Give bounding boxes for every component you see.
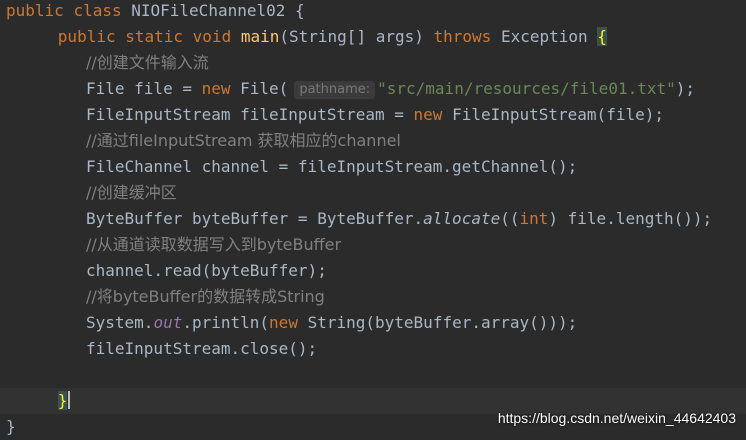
code-line-comment[interactable]: //创建缓冲区: [86, 180, 746, 206]
system-object: System.: [86, 313, 154, 332]
exception-type: Exception: [500, 27, 588, 46]
code-line-method-declaration[interactable]: public static void main(String[] args) t…: [0, 24, 746, 50]
code-line-comment[interactable]: //创建文件输入流: [86, 50, 746, 76]
text-caret: [68, 391, 71, 409]
watermark-url: https://blog.csdn.net/weixin_44642403: [497, 410, 736, 426]
buffer-lhs: ByteBuffer byteBuffer = ByteBuffer.: [86, 209, 424, 228]
comment-text: //通过fileInputStream 获取相应的channel: [86, 131, 401, 150]
println-rest: String(byteBuffer.array()));: [297, 313, 578, 332]
comment-text: //从通道读取数据写入到byteBuffer: [86, 235, 342, 254]
close-statement: fileInputStream.close();: [86, 339, 318, 358]
file-close: );: [675, 79, 696, 98]
class-name: NIOFileChannel02: [131, 1, 286, 20]
keyword-class: class: [73, 1, 122, 20]
println-call: .println(: [182, 313, 270, 332]
comment-text: //创建缓冲区: [86, 183, 177, 202]
keyword-new: new: [201, 79, 231, 98]
code-editor[interactable]: public class NIOFileChannel02 { public s…: [0, 0, 746, 438]
code-line-comment[interactable]: //通过fileInputStream 获取相应的channel: [86, 128, 746, 154]
code-line-channel-declaration[interactable]: FileChannel channel = fileInputStream.ge…: [86, 154, 746, 180]
code-line-read-call[interactable]: channel.read(byteBuffer);: [86, 258, 746, 284]
static-field-out: out: [153, 313, 183, 332]
code-line-blank[interactable]: [86, 362, 746, 388]
file-lhs: File file =: [86, 79, 202, 98]
method-close-brace-highlighted: }: [57, 391, 68, 410]
file-constructor: File(: [240, 79, 289, 98]
keyword-new: new: [413, 105, 443, 124]
keyword-public: public: [6, 1, 64, 20]
comment-text: //创建文件输入流: [86, 53, 209, 72]
parameter-hint-pathname: pathname:: [294, 81, 376, 99]
class-open-brace: {: [295, 1, 305, 20]
keyword-void: void: [192, 27, 232, 46]
code-line-comment[interactable]: //将byteBuffer的数据转成String: [86, 284, 746, 310]
keyword-throws: throws: [433, 27, 492, 46]
channel-statement: FileChannel channel = fileInputStream.ge…: [86, 157, 578, 176]
code-line-close-call[interactable]: fileInputStream.close();: [86, 336, 746, 362]
method-allocate: allocate: [423, 209, 501, 228]
method-open-brace-highlighted: {: [597, 27, 607, 46]
code-line-println[interactable]: System.out.println(new String(byteBuffer…: [86, 310, 746, 336]
read-statement: channel.read(byteBuffer);: [86, 261, 327, 280]
code-line-class-declaration[interactable]: public class NIOFileChannel02 {: [6, 0, 746, 24]
keyword-static: static: [125, 27, 184, 46]
method-params: (String[] args): [279, 27, 424, 46]
buffer-open: ((: [500, 209, 520, 228]
comment-text: //将byteBuffer的数据转成String: [86, 287, 325, 306]
keyword-new: new: [269, 313, 298, 332]
fis-lhs: FileInputStream fileInputStream =: [86, 105, 414, 124]
fis-constructor: FileInputStream(file);: [452, 105, 664, 124]
code-line-comment[interactable]: //从通道读取数据写入到byteBuffer: [86, 232, 746, 258]
keyword-public: public: [57, 27, 116, 46]
code-line-buffer-declaration[interactable]: ByteBuffer byteBuffer = ByteBuffer.alloc…: [86, 206, 746, 232]
code-line-fis-declaration[interactable]: FileInputStream fileInputStream = new Fi…: [86, 102, 746, 128]
code-line-file-declaration[interactable]: File file = new File( pathname: "src/main/…: [86, 76, 746, 102]
keyword-int: int: [519, 209, 549, 228]
class-close-brace: }: [6, 417, 16, 436]
string-literal-path: "src/main/resources/file01.txt": [377, 79, 676, 98]
buffer-rest: ) file.length());: [548, 209, 713, 228]
method-name-main: main: [240, 27, 280, 46]
